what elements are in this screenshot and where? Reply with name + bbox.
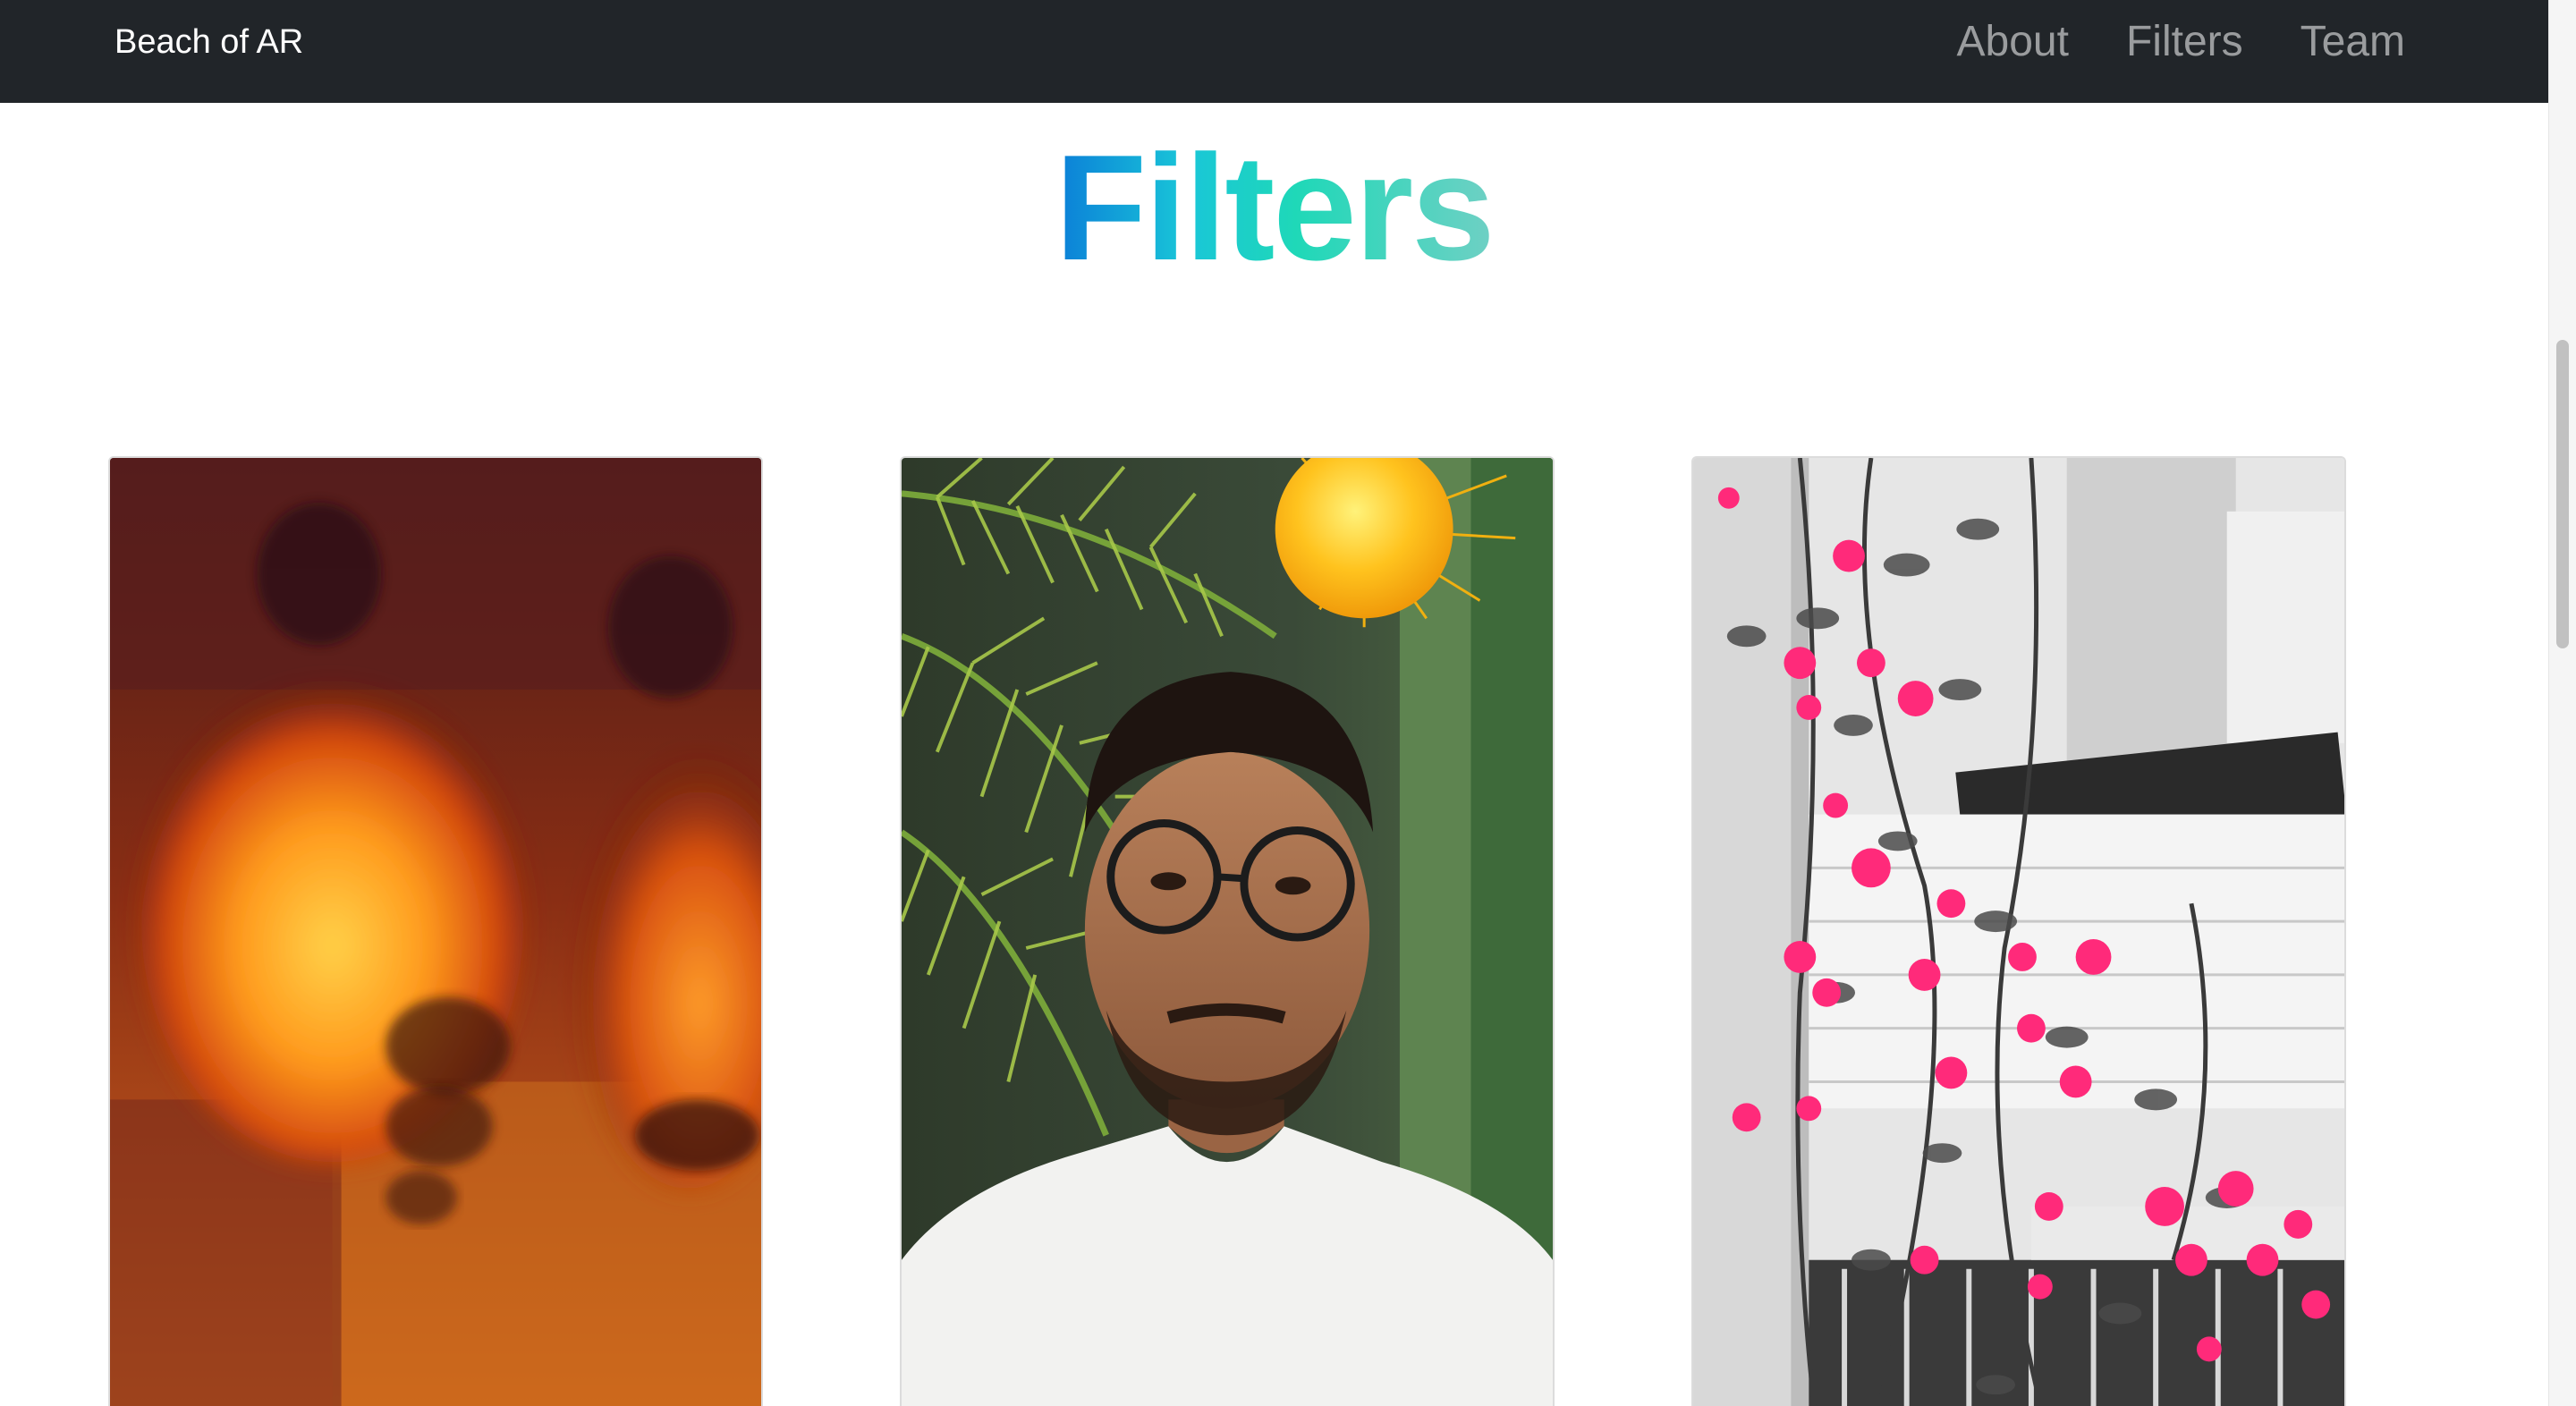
vertical-scrollbar[interactable] [2548, 0, 2576, 1406]
flowers-filter-image [1693, 458, 2344, 1406]
page-title: Filters [0, 127, 2548, 288]
navbar: Beach of AR About Filters Team [0, 0, 2548, 103]
lamps-filter-image [110, 458, 761, 1406]
nav-link-filters[interactable]: Filters [2126, 16, 2243, 68]
scrollbar-thumb[interactable] [2556, 340, 2569, 648]
nav-links: About Filters Team [1957, 16, 2405, 68]
nav-link-about[interactable]: About [1957, 16, 2069, 68]
beach-filter-image [902, 458, 1553, 1406]
filter-card-beach[interactable] [900, 456, 1555, 1406]
page: Beach of AR About Filters Team Filters [0, 0, 2576, 1406]
brand-link[interactable]: Beach of AR [114, 21, 303, 63]
nav-link-team[interactable]: Team [2301, 16, 2405, 68]
filter-card-flowers[interactable] [1691, 456, 2346, 1406]
page-title-text: Filters [1055, 123, 1495, 292]
filter-card-lamps[interactable] [108, 456, 763, 1406]
